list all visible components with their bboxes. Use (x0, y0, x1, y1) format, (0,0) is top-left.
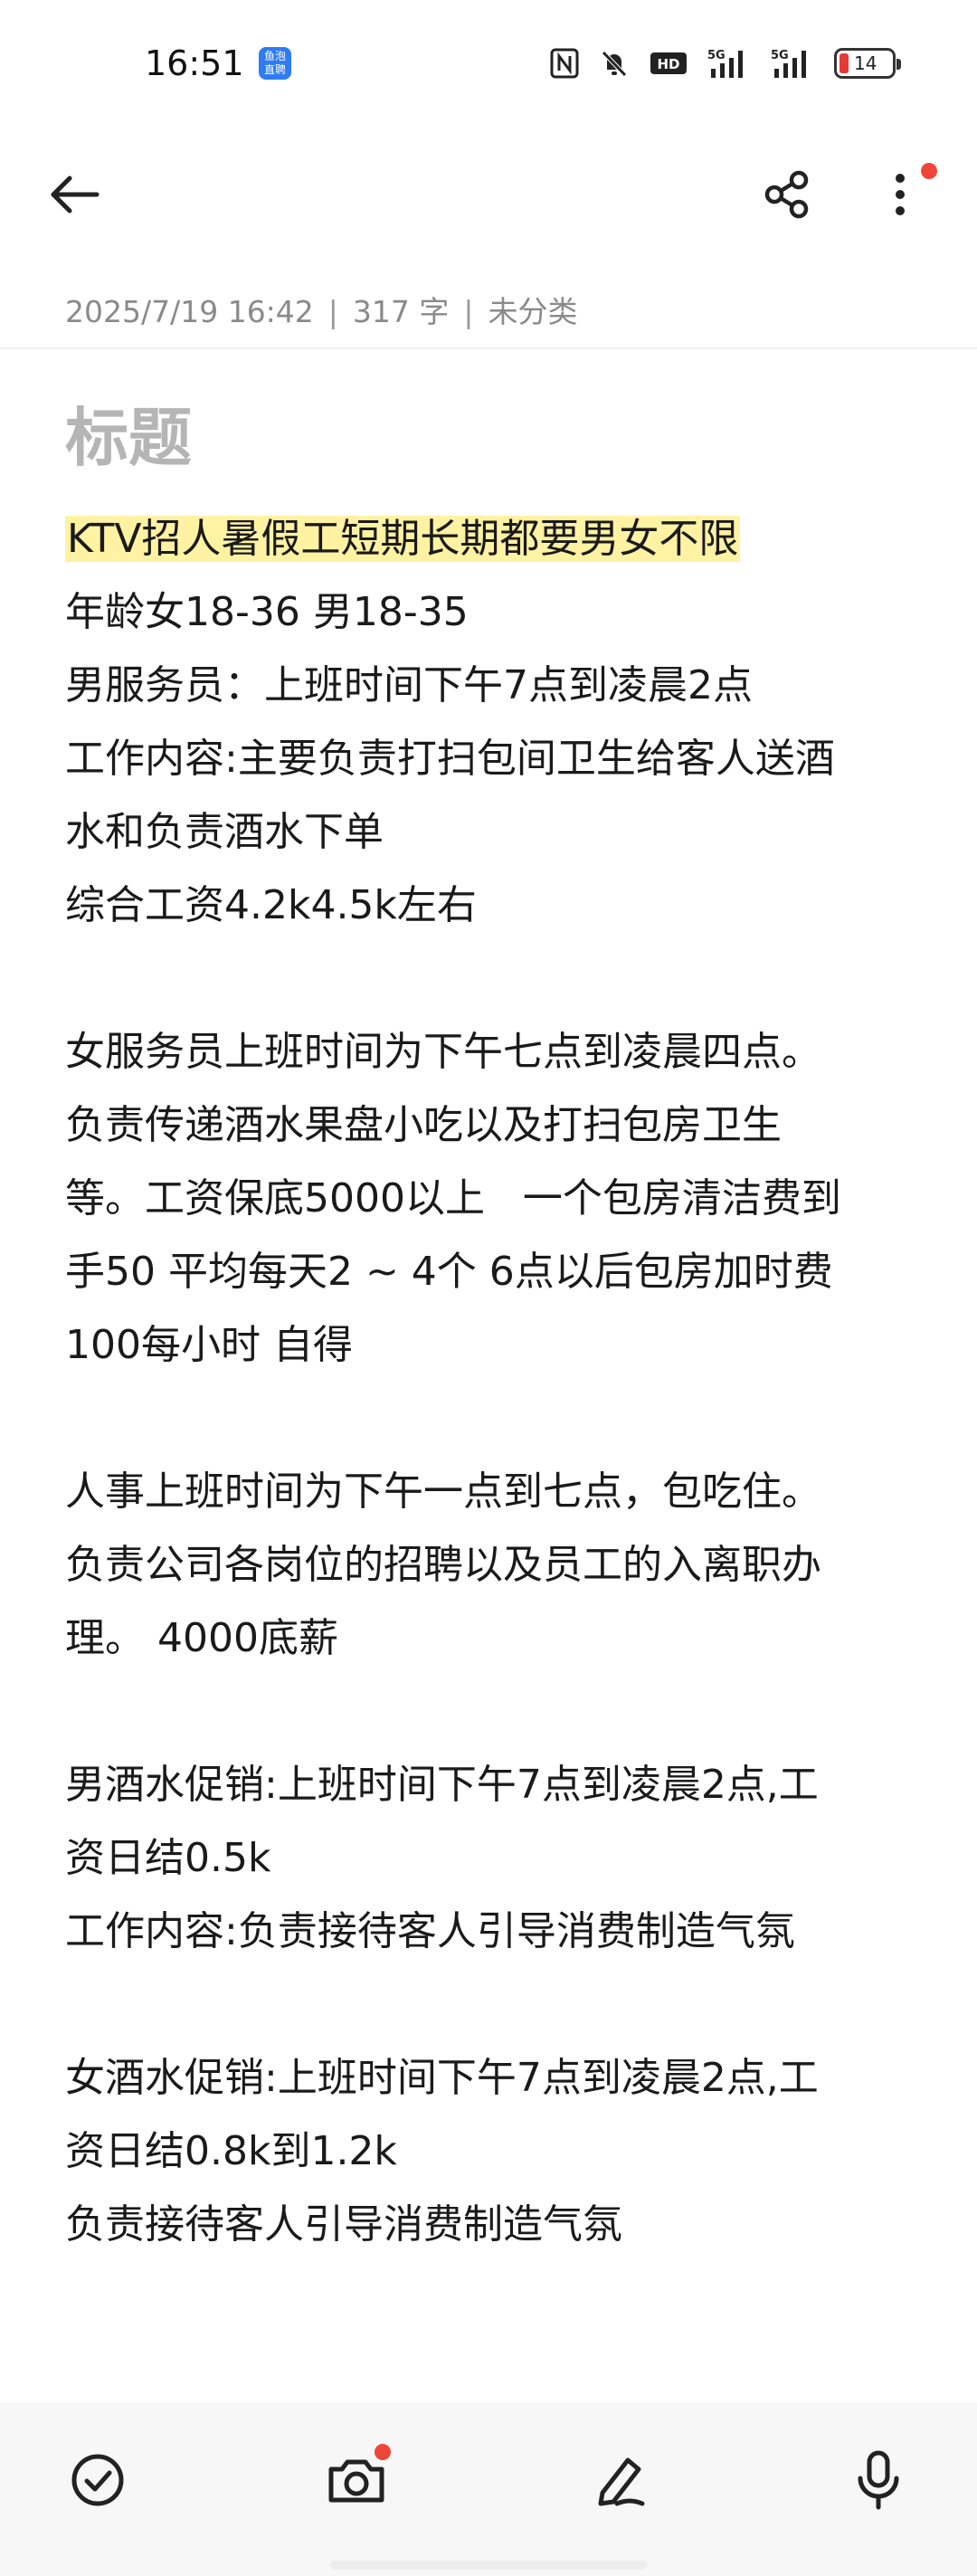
note-line-blank (65, 1382, 915, 1455)
checklist-icon (71, 2454, 124, 2506)
checklist-button[interactable] (63, 2446, 132, 2514)
note-line: 手50 平均每天2 ~ 4个 6点以后包房加时费 (65, 1249, 833, 1295)
note-line: 资日结0.8k到1.2k (65, 2128, 397, 2174)
status-icons: HD 5G 5G 14 (550, 45, 901, 81)
more-button[interactable] (868, 163, 937, 226)
note-meta: 2025/7/19 16:42 | 317 字 | 未分类 (65, 288, 578, 331)
camera-button[interactable] (322, 2444, 391, 2514)
home-indicator[interactable] (330, 2561, 647, 2570)
hd-icon: HD (650, 50, 688, 77)
nfc-icon (550, 48, 579, 79)
note-line: 负责传递酒水果盘小吃以及打扫包房卫生 (65, 1102, 782, 1148)
note-line: 人事上班时间为下午一点到七点，包吃住。 (65, 1469, 821, 1515)
note-line: 负责接待客人引导消费制造气氛 (65, 2201, 622, 2248)
camera-badge-dot (375, 2444, 391, 2460)
top-bar (0, 145, 977, 244)
battery-fill (839, 53, 849, 73)
note-line: 资日结0.5k (65, 1835, 271, 1881)
note-line: 理。 4000底薪 (65, 1615, 338, 1661)
signal-5g-label: 5G (707, 49, 726, 62)
more-badge-dot (921, 163, 937, 179)
note-line: 年龄女18-36 男18-35 (65, 589, 469, 635)
mute-bell-icon (599, 48, 630, 79)
note-title[interactable]: 标题 (65, 387, 192, 479)
share-icon (764, 170, 809, 219)
note-line: 男酒水促销:上班时间下午7点到凌晨2点,工 (65, 1762, 819, 1808)
note-category[interactable]: 未分类 (488, 294, 578, 329)
note-line: 水和负责酒水下单 (65, 809, 384, 855)
note-word-count: 317 字 (352, 294, 450, 329)
signal-5g-icon-2: 5G (771, 47, 814, 80)
note-line: 工作内容:主要负责打扫包间卫生给客人送酒 (65, 736, 835, 782)
status-bar: 16:51 鱼泡 直聘 HD 5G 5G 14 (0, 0, 977, 136)
note-body[interactable]: KTV招人暑假工短期长期都要男女不限 年龄女18-36 男18-35 男服务员：… (65, 502, 915, 2261)
voice-button[interactable] (844, 2446, 913, 2514)
share-button[interactable] (755, 163, 819, 226)
app-notification-icon: 鱼泡 直聘 (259, 47, 291, 80)
note-line: 工作内容:负责接待客人引导消费制造气氛 (65, 1908, 795, 1954)
pen-icon (598, 2457, 645, 2506)
camera-icon (328, 2459, 384, 2503)
note-line-blank (65, 942, 915, 1015)
battery-level: 14 (854, 52, 877, 74)
note-line-blank (65, 1968, 915, 2041)
meta-separator: | (327, 294, 338, 329)
battery-icon: 14 (834, 48, 901, 79)
note-line: 女服务员上班时间为下午七点到凌晨四点。 (65, 1029, 821, 1075)
note-line: 100每小时 自得 (65, 1322, 353, 1368)
arrow-left-icon (51, 176, 100, 214)
note-line-highlighted: KTV招人暑假工短期长期都要男女不限 (65, 502, 915, 575)
note-line: 女酒水促销:上班时间下午7点到凌晨2点,工 (65, 2055, 819, 2101)
highlighted-text: KTV招人暑假工短期长期都要男女不限 (65, 516, 741, 562)
hd-label: HD (657, 56, 679, 72)
bottom-toolbar (0, 2402, 977, 2576)
handwriting-button[interactable] (584, 2446, 653, 2514)
divider (0, 347, 977, 349)
signal-5g-label-2: 5G (771, 49, 789, 62)
note-line: 负责公司各岗位的招聘以及员工的入离职办 (65, 1542, 821, 1588)
note-date: 2025/7/19 16:42 (65, 294, 314, 329)
status-time: 16:51 (145, 43, 244, 83)
signal-5g-icon: 5G (707, 47, 751, 80)
note-line: 综合工资4.2k4.5k左右 (65, 882, 477, 928)
note-line-blank (65, 1675, 915, 1748)
meta-separator-2: | (463, 294, 474, 329)
note-line: 男服务员：上班时间下午7点到凌晨2点 (65, 662, 753, 708)
back-button[interactable] (43, 163, 107, 226)
note-line: 等。工资保底5000以上 一个包房清洁费到 (65, 1175, 841, 1221)
more-vertical-icon (896, 174, 905, 215)
microphone-icon (858, 2450, 899, 2510)
